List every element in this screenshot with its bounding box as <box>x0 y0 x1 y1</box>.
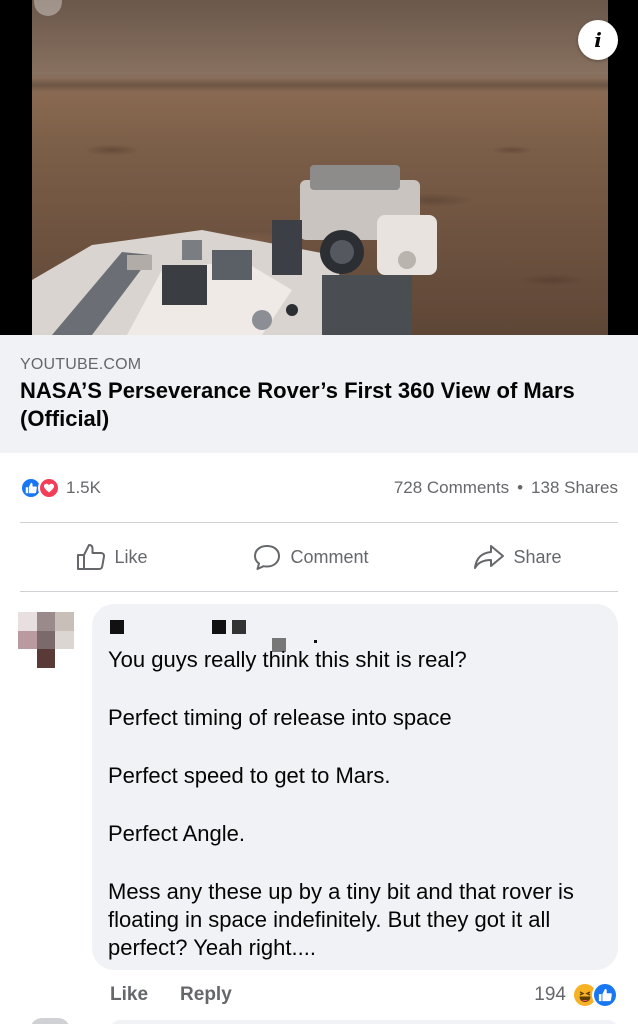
avatar[interactable] <box>18 612 74 668</box>
comment-body: You guys really think this shit is real?… <box>108 646 608 962</box>
comment-line: Perfect timing of release into space <box>108 705 452 730</box>
video-thumbnail[interactable]: i <box>0 0 638 335</box>
share-arrow-icon <box>474 545 505 569</box>
link-title[interactable]: NASA’S Perseverance Rover’s First 360 Vi… <box>20 377 618 433</box>
divider <box>20 591 618 592</box>
reaction-count: 1.5K <box>66 478 101 497</box>
like-label: Like <box>114 546 148 567</box>
divider <box>20 522 618 523</box>
comment-reaction-count: 194 <box>534 984 566 1005</box>
comment-like-button[interactable]: Like <box>110 984 148 1006</box>
comment-bubble-icon <box>254 545 281 570</box>
shares-count[interactable]: 138 Shares <box>531 478 618 498</box>
comment-line: You guys really think this shit is real? <box>108 647 467 672</box>
comment-bubble[interactable]: You guys really think this shit is real?… <box>92 604 618 970</box>
love-icon <box>38 477 60 499</box>
link-preview[interactable]: YOUTUBE.COM NASA’S Perseverance Rover’s … <box>0 335 638 453</box>
thumbs-up-icon <box>77 544 106 570</box>
comments-count[interactable]: 728 Comments <box>394 478 509 498</box>
post-action-bar: Like Comment Share <box>0 526 638 588</box>
like-icon <box>592 982 618 1008</box>
comment-actions: Like Reply 194 <box>110 980 618 1010</box>
next-comment-avatar <box>30 1018 70 1024</box>
link-domain: YOUTUBE.COM <box>20 356 142 373</box>
comment-reactions[interactable]: 194 <box>534 982 618 1008</box>
share-button[interactable]: Share <box>461 535 573 579</box>
engagement-counts: 728 Comments • 138 Shares <box>394 478 618 498</box>
reaction-summary[interactable]: 1.5K <box>20 477 101 499</box>
comment-line: Perfect Angle. <box>108 821 245 846</box>
share-label: Share <box>513 546 562 567</box>
info-icon[interactable]: i <box>578 20 618 60</box>
like-button[interactable]: Like <box>64 535 159 579</box>
comment-label: Comment <box>290 546 369 567</box>
comment-line: Mess any these up by a tiny bit and that… <box>108 879 574 960</box>
redacted-author-name[interactable] <box>92 618 532 652</box>
dot-separator: • <box>517 478 524 497</box>
next-comment-bubble <box>110 1020 618 1024</box>
comment-line: Perfect speed to get to Mars. <box>108 763 391 788</box>
comment-button[interactable]: Comment <box>240 535 380 579</box>
mars-rover-photo[interactable] <box>32 0 608 335</box>
comment-reply-button[interactable]: Reply <box>180 984 232 1006</box>
rover-image <box>32 165 437 335</box>
post-stats: 1.5K 728 Comments • 138 Shares <box>0 470 638 506</box>
